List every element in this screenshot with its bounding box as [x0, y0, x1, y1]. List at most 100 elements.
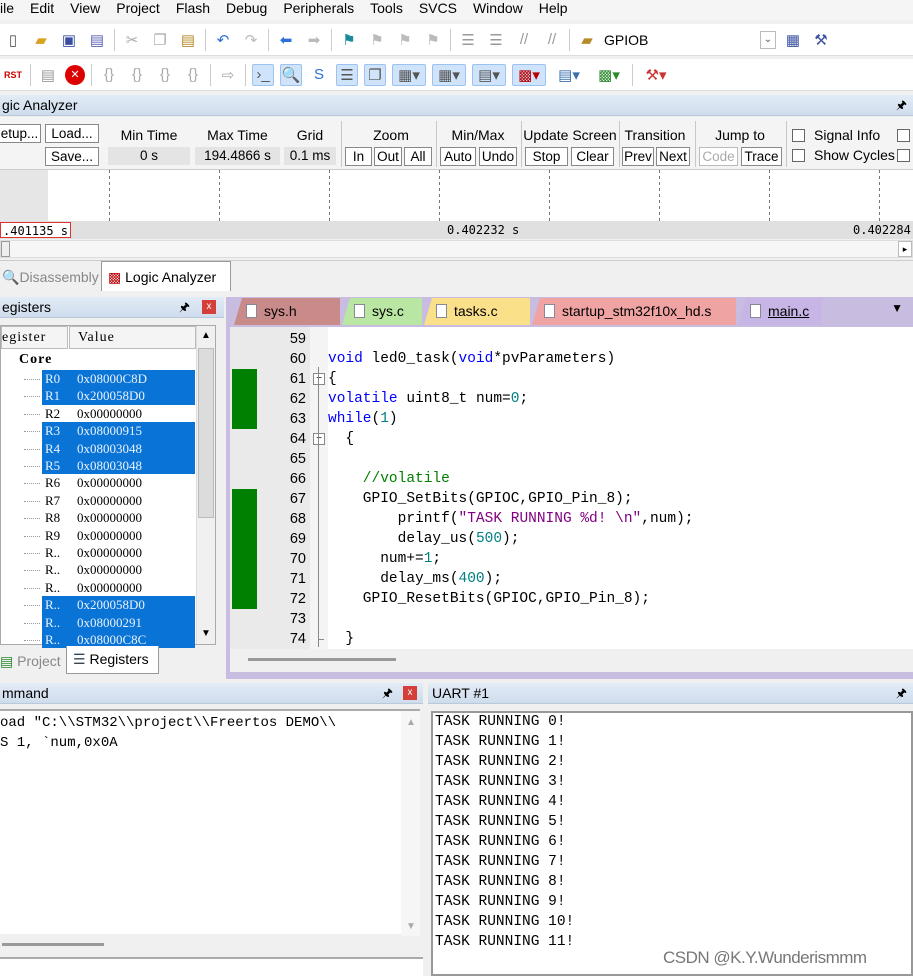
command-window-icon[interactable]: ›_ — [252, 63, 274, 86]
code-line[interactable]: GPIO_ResetBits(GPIOC,GPIO_Pin_8); — [328, 589, 913, 609]
tab-sys-h[interactable]: sys.h — [234, 298, 340, 325]
symbols-window-icon[interactable]: S — [308, 64, 330, 86]
code-line[interactable] — [328, 449, 913, 469]
code-line[interactable]: } — [328, 629, 913, 649]
register-row[interactable]: R.. 0x08000291 — [24, 613, 195, 631]
menu-edit[interactable]: Edit — [22, 0, 62, 20]
step-over-icon[interactable]: {} — [126, 64, 148, 86]
tab-disassembly[interactable]: 🔍Disassembly — [0, 263, 99, 291]
code-line[interactable]: delay_us(500); — [328, 529, 913, 549]
vertical-scrollbar[interactable]: ▲ ▼ — [196, 326, 215, 644]
watch-window-icon[interactable]: ▦▾ — [392, 63, 426, 86]
show-cycles-checkbox[interactable] — [792, 149, 805, 162]
find-in-files-icon[interactable]: ▰ — [576, 29, 598, 51]
fold-collapse-icon[interactable]: − — [313, 433, 325, 445]
option-checkbox[interactable] — [897, 129, 910, 142]
run-to-cursor-icon[interactable]: {} — [182, 64, 204, 86]
code-line[interactable]: volatile uint8_t num=0; — [328, 389, 913, 409]
auto-button[interactable]: Auto — [440, 147, 476, 166]
zoom-out-button[interactable]: Out — [374, 147, 402, 166]
load-button[interactable]: Load... — [45, 124, 99, 143]
scroll-thumb[interactable] — [198, 348, 214, 518]
undo-button[interactable]: Undo — [479, 147, 517, 166]
stop-button[interactable]: Stop — [525, 147, 568, 166]
open-folder-icon[interactable]: ▰ — [30, 29, 52, 51]
tab-main-c[interactable]: main.c — [738, 298, 822, 325]
scroll-thumb[interactable] — [248, 658, 396, 661]
register-row[interactable]: R4 0x08003048 — [24, 439, 195, 457]
nav-back-icon[interactable]: ⬅ — [275, 29, 297, 51]
code-line[interactable]: //volatile — [328, 469, 913, 489]
menu-svcs[interactable]: SVCS — [411, 0, 465, 20]
code-line[interactable]: delay_ms(400); — [328, 569, 913, 589]
system-viewer-icon[interactable]: ▩▾ — [592, 64, 626, 86]
save-button[interactable]: Save... — [45, 147, 99, 166]
menu-flash[interactable]: Flash — [168, 0, 218, 20]
register-row[interactable]: R.. 0x200058D0 — [24, 596, 195, 614]
save-icon[interactable]: ▣ — [58, 29, 80, 51]
scroll-right-icon[interactable]: ▸ — [898, 241, 912, 257]
comment-icon[interactable]: // — [513, 29, 535, 51]
next-bookmark-icon[interactable]: ⚑ — [394, 29, 416, 51]
step-into-icon[interactable]: {} — [98, 64, 120, 86]
group-core[interactable]: Core — [1, 352, 52, 368]
tab-tasks-c[interactable]: tasks.c — [424, 298, 530, 325]
dropdown-chevron-icon[interactable]: ⌄ — [760, 30, 776, 49]
scroll-up-icon[interactable]: ▲ — [406, 717, 416, 728]
fold-collapse-icon[interactable]: − — [313, 373, 325, 385]
menu-peripherals[interactable]: Peripherals — [275, 0, 362, 20]
close-icon[interactable]: x — [202, 300, 216, 314]
step-out-icon[interactable]: {} — [154, 64, 176, 86]
reset-icon[interactable]: RST — [2, 64, 24, 86]
analysis-window-icon[interactable]: ▩▾ — [512, 63, 546, 86]
paste-icon[interactable]: ▤ — [177, 29, 199, 51]
undo-icon[interactable]: ↶ — [212, 29, 234, 51]
hscroll-thumb[interactable] — [2, 943, 104, 946]
serial-window-icon[interactable]: ▤▾ — [472, 63, 506, 86]
column-header-value[interactable]: Value — [69, 326, 196, 349]
unindent-icon[interactable]: ☰ — [485, 29, 507, 51]
tab-registers[interactable]: ☰ Registers — [66, 646, 159, 674]
code-button[interactable]: Code — [699, 147, 738, 166]
memory-window-icon[interactable]: ▦▾ — [432, 63, 466, 86]
redo-icon[interactable]: ↷ — [240, 29, 262, 51]
code-line[interactable] — [328, 609, 913, 629]
new-file-icon[interactable]: ▯ — [2, 29, 24, 51]
tab-list-icon[interactable]: ▼ — [891, 301, 903, 315]
pin-icon[interactable]: 🖈 — [896, 683, 907, 704]
scroll-thumb[interactable] — [1, 241, 10, 257]
setup-button[interactable]: etup... — [0, 124, 41, 143]
menu-file[interactable]: ile — [0, 0, 22, 20]
horizontal-scrollbar[interactable]: ▸ — [0, 240, 913, 258]
command-output[interactable]: oad "C:\\STM32\\project\\Freertos DEMO\\… — [0, 709, 420, 936]
scroll-up-icon[interactable]: ▲ — [197, 326, 215, 346]
menu-project[interactable]: Project — [108, 0, 168, 20]
code-editor[interactable]: 59 60 void led0_task(void*pvParameters) 61−… — [230, 327, 913, 672]
target-selector[interactable]: GPIOB — [604, 32, 754, 48]
code-line[interactable]: num+=1; — [328, 549, 913, 569]
register-row[interactable]: R.. 0x00000000 — [24, 561, 195, 578]
signal-info-checkbox[interactable] — [792, 129, 805, 142]
scroll-down-icon[interactable]: ▼ — [197, 624, 215, 644]
register-row[interactable]: R7 0x00000000 — [24, 492, 195, 509]
menu-help[interactable]: Help — [531, 0, 576, 20]
zoom-all-button[interactable]: All — [404, 147, 432, 166]
tab-startup-stm32f10x-hd-s[interactable]: startup_stm32f10x_hd.s — [532, 298, 736, 325]
bookmark-icon[interactable]: ⚑ — [338, 29, 360, 51]
nav-forward-icon[interactable]: ➡ — [303, 29, 325, 51]
close-icon[interactable]: x — [403, 686, 417, 700]
column-header-register[interactable]: egister — [1, 326, 68, 349]
indent-icon[interactable]: ☰ — [457, 29, 479, 51]
pin-icon[interactable]: 🖈 — [382, 683, 393, 704]
pin-icon[interactable]: 🖈 — [179, 297, 190, 318]
prev-bookmark-icon[interactable]: ⚑ — [366, 29, 388, 51]
register-row[interactable]: R5 0x08003048 — [24, 457, 195, 475]
uncomment-icon[interactable]: // — [541, 29, 563, 51]
cut-icon[interactable]: ✂ — [121, 29, 143, 51]
tab-sys-c[interactable]: sys.c — [342, 298, 422, 325]
menu-window[interactable]: Window — [465, 0, 531, 20]
show-next-statement-icon[interactable]: ⇨ — [217, 64, 239, 86]
waveform-area[interactable] — [0, 169, 913, 222]
register-row[interactable]: R6 0x00000000 — [24, 474, 195, 491]
registers-window-icon[interactable]: ☰ — [336, 63, 358, 86]
